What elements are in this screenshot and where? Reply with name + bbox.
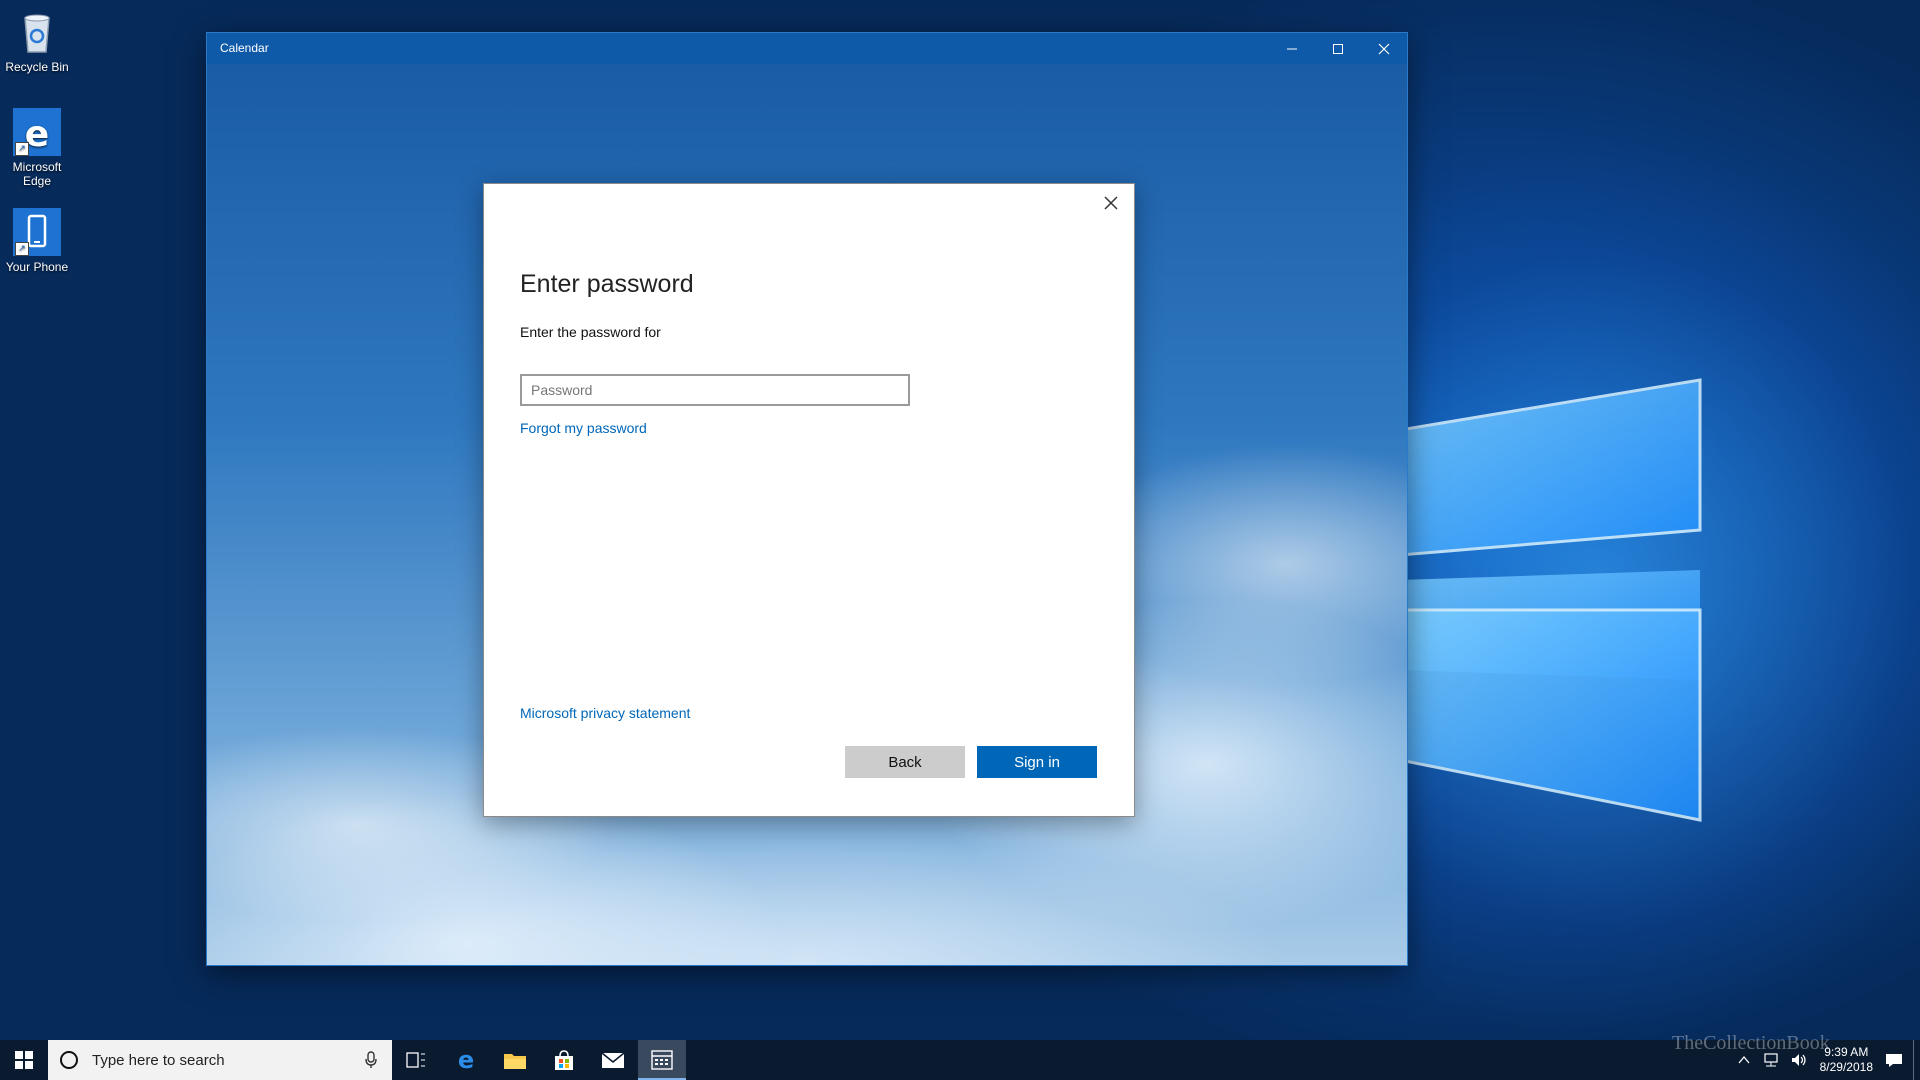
- phone-icon: ↗: [13, 208, 61, 256]
- minimize-button[interactable]: [1269, 33, 1315, 64]
- edge-icon: e ↗: [13, 108, 61, 156]
- dialog-subtitle: Enter the password for: [520, 324, 661, 340]
- taskbar-calendar-button[interactable]: [638, 1040, 686, 1080]
- dialog-title: Enter password: [520, 270, 694, 298]
- taskbar: Type here to search e 9:39 AM 8/29/2018: [0, 1040, 1920, 1080]
- mail-icon: [601, 1052, 625, 1068]
- microphone-icon[interactable]: [364, 1051, 378, 1069]
- minimize-icon: [1287, 48, 1297, 49]
- window-titlebar[interactable]: Calendar: [207, 33, 1407, 64]
- taskbar-mail-button[interactable]: [589, 1040, 637, 1080]
- desktop-icon-recycle-bin[interactable]: Recycle Bin: [0, 8, 74, 74]
- sign-in-dialog: Enter password Enter the password for Fo…: [483, 183, 1135, 817]
- desktop-icon-edge[interactable]: e ↗ Microsoft Edge: [0, 108, 74, 188]
- task-view-icon: [406, 1052, 425, 1068]
- windows-logo-wallpaper: [1400, 378, 1702, 822]
- search-placeholder: Type here to search: [92, 1051, 225, 1069]
- calendar-icon: [651, 1050, 673, 1070]
- desktop-icon-label: Microsoft Edge: [12, 160, 62, 188]
- taskbar-store-button[interactable]: [540, 1040, 588, 1080]
- recycle-bin-icon: [13, 8, 61, 56]
- taskbar-file-explorer-button[interactable]: [491, 1040, 539, 1080]
- password-input[interactable]: [520, 374, 910, 406]
- show-desktop-button[interactable]: [1913, 1040, 1920, 1080]
- clock-date: 8/29/2018: [1819, 1060, 1873, 1074]
- cortana-icon: [60, 1051, 78, 1069]
- forgot-password-link[interactable]: Forgot my password: [520, 420, 647, 436]
- close-window-button[interactable]: [1361, 33, 1407, 64]
- taskbar-edge-button[interactable]: e: [442, 1040, 490, 1080]
- desktop-icon-label: Recycle Bin: [5, 60, 69, 74]
- shortcut-arrow-icon: ↗: [15, 242, 29, 256]
- taskbar-search-box[interactable]: Type here to search: [48, 1040, 392, 1080]
- shortcut-arrow-icon: ↗: [15, 142, 29, 156]
- edge-icon: e: [458, 1048, 474, 1072]
- maximize-icon: [1333, 43, 1343, 54]
- privacy-statement-link[interactable]: Microsoft privacy statement: [520, 705, 690, 721]
- maximize-button[interactable]: [1315, 33, 1361, 64]
- sign-in-button[interactable]: Sign in: [977, 746, 1097, 778]
- close-icon: [1104, 196, 1118, 210]
- store-icon: [555, 1050, 573, 1070]
- dialog-close-button[interactable]: [1098, 190, 1124, 216]
- close-icon: [1378, 43, 1390, 54]
- start-button[interactable]: [0, 1040, 48, 1080]
- back-button[interactable]: Back: [845, 746, 965, 778]
- desktop-icon-your-phone[interactable]: ↗ Your Phone: [0, 208, 74, 274]
- windows-start-icon: [15, 1051, 33, 1069]
- desktop-icon-label: Your Phone: [5, 260, 69, 274]
- task-view-button[interactable]: [392, 1040, 440, 1080]
- action-center-icon[interactable]: [1885, 1052, 1903, 1068]
- svg-text:e: e: [458, 1048, 474, 1072]
- file-explorer-icon: [504, 1054, 526, 1069]
- window-title: Calendar: [220, 41, 269, 55]
- watermark: TheCollectionBook: [1672, 1032, 1830, 1054]
